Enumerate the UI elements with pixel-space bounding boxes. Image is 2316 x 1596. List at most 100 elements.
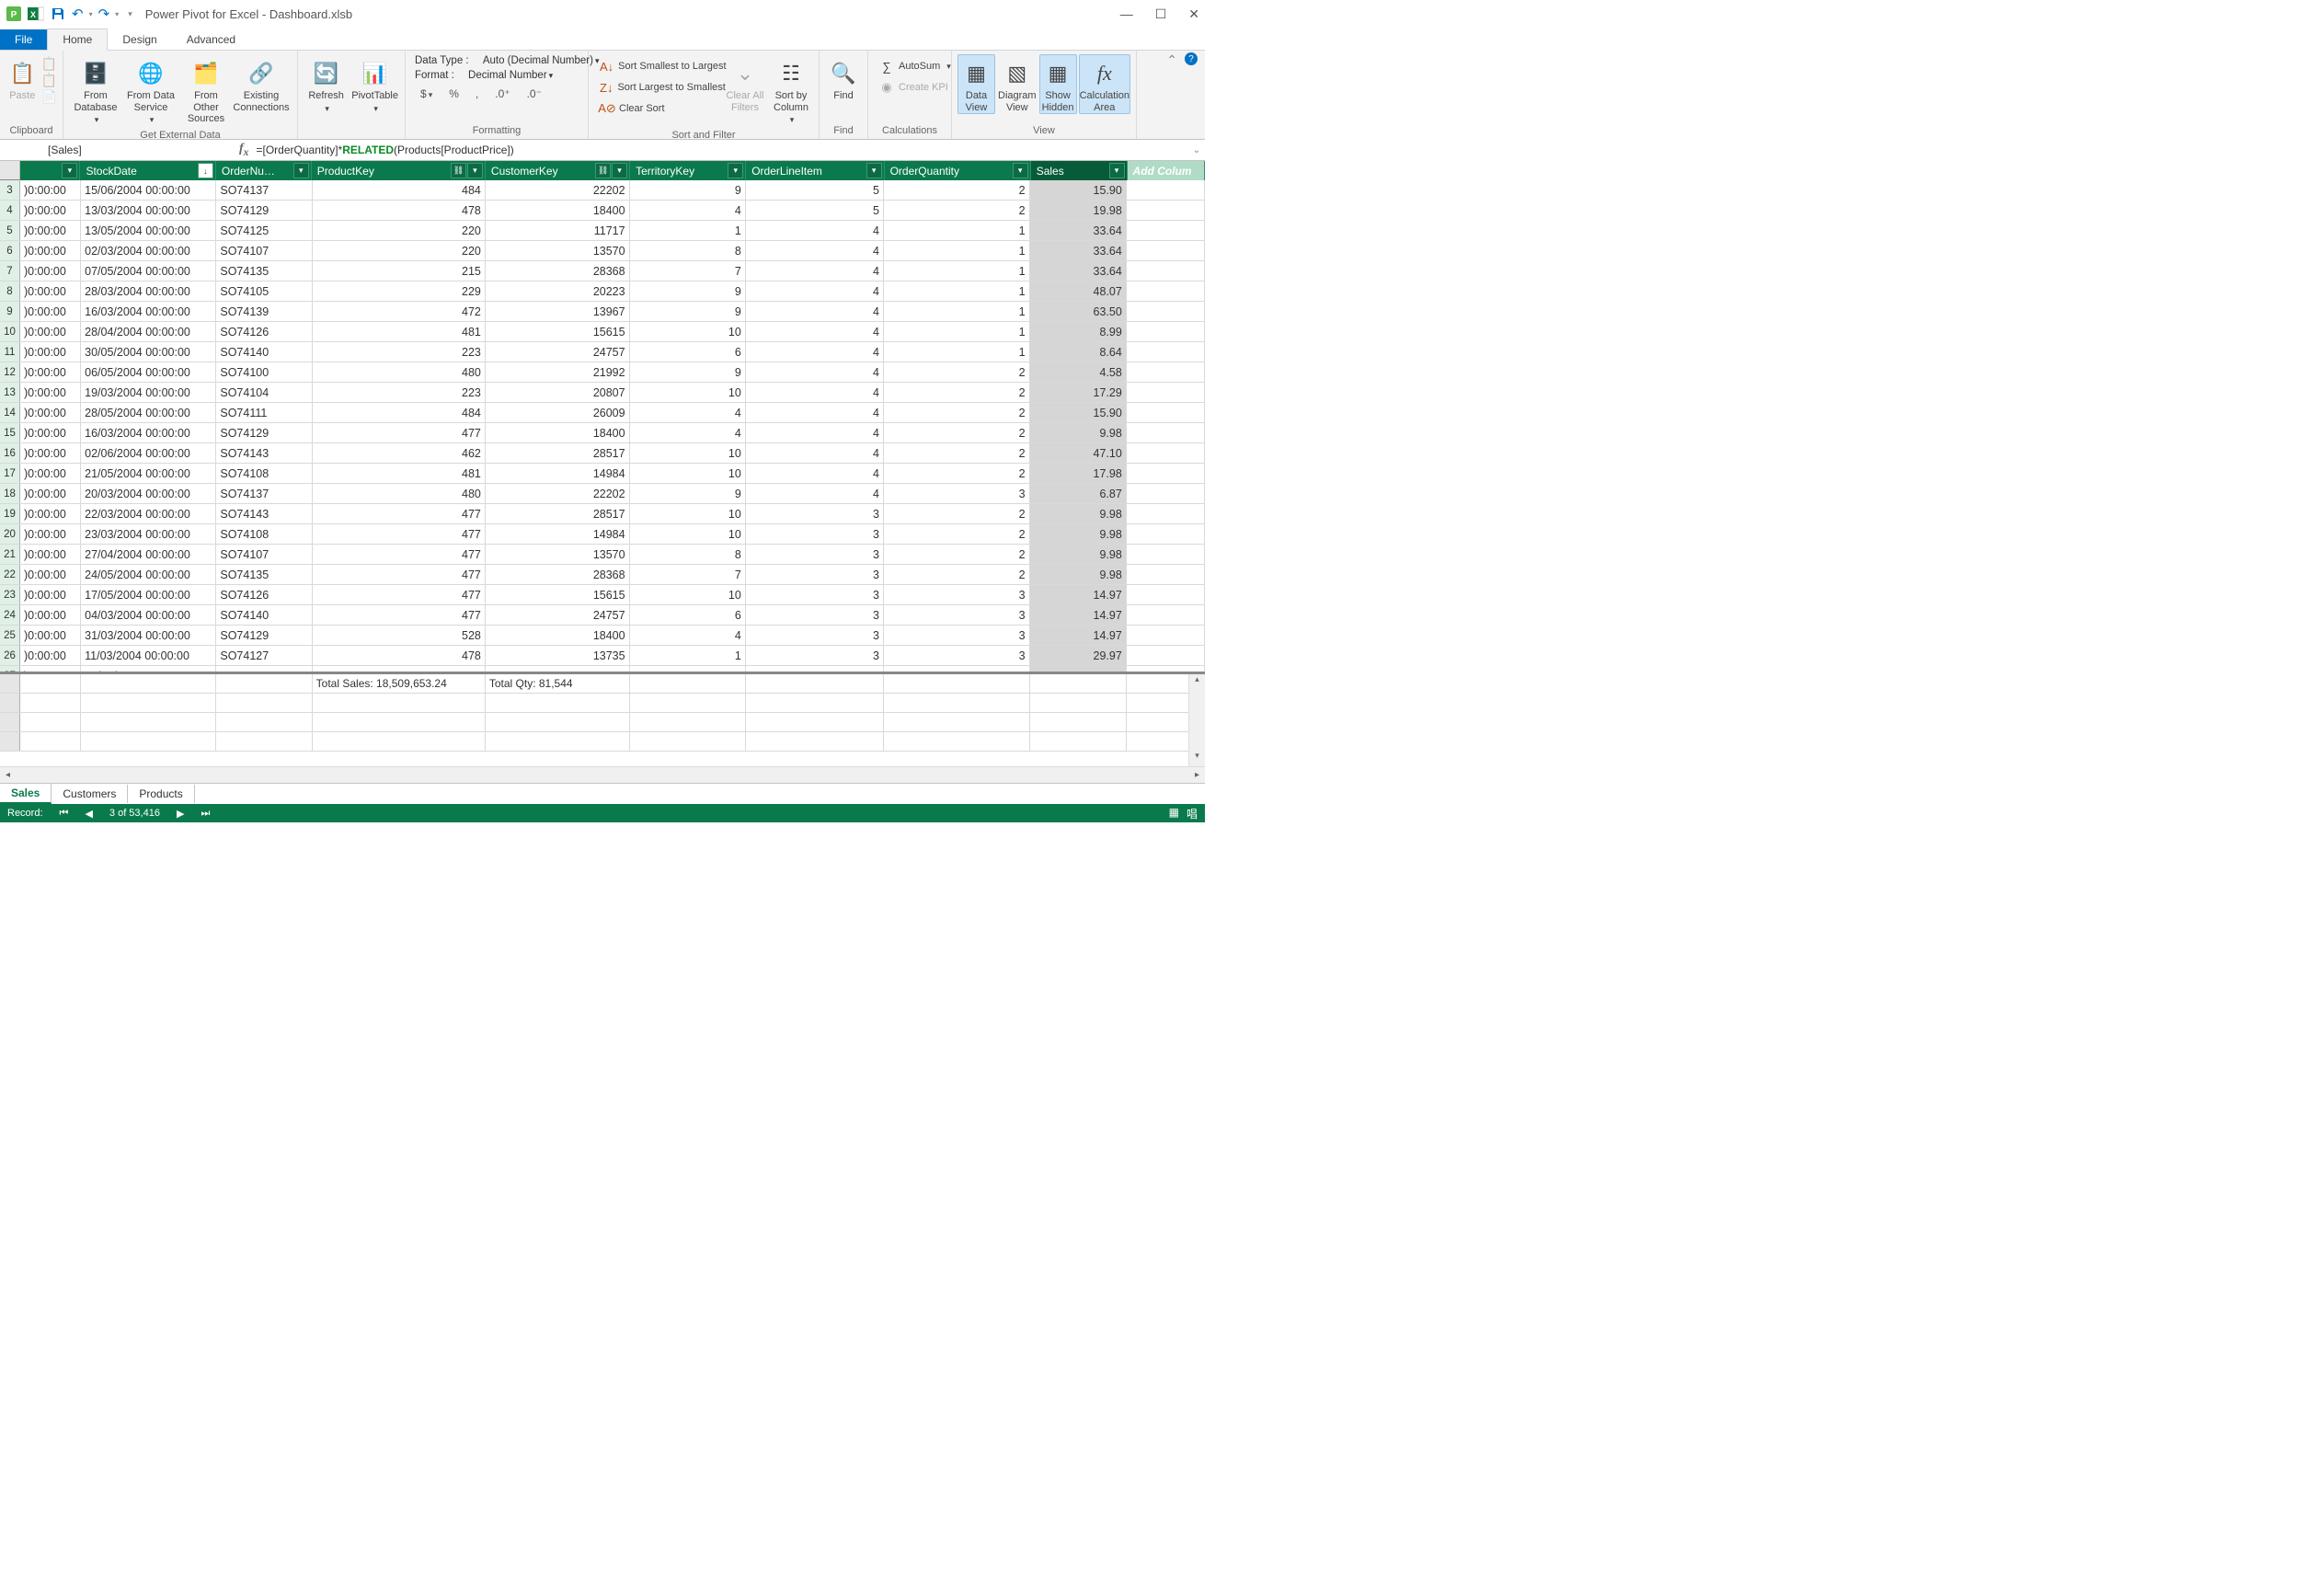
close-button[interactable]: ✕ bbox=[1188, 6, 1199, 22]
cell[interactable]: 4 bbox=[746, 423, 884, 442]
cell[interactable]: )0:00:00 bbox=[20, 605, 81, 625]
cell[interactable]: SO74143 bbox=[216, 504, 312, 523]
cell[interactable]: 6 bbox=[630, 605, 746, 625]
cell[interactable]: 24/05/2004 00:00:00 bbox=[81, 565, 216, 584]
nav-first-icon[interactable]: ⏮ bbox=[60, 808, 69, 820]
row-header[interactable]: 23 bbox=[0, 585, 20, 604]
paste-append-icon[interactable]: 📋 bbox=[41, 56, 57, 72]
row-header[interactable]: 25 bbox=[0, 626, 20, 645]
cell[interactable]: 3 bbox=[884, 666, 1030, 672]
cell[interactable]: 22202 bbox=[486, 484, 630, 503]
cell[interactable]: 16/03/2004 00:00:00 bbox=[81, 423, 216, 442]
col-orderlineitem[interactable]: OrderLineItem▾ bbox=[746, 161, 884, 180]
cell[interactable]: 2 bbox=[884, 565, 1030, 584]
cell[interactable]: 02/06/2004 00:00:00 bbox=[81, 443, 216, 463]
cell[interactable]: 7 bbox=[630, 565, 746, 584]
row-header[interactable]: 19 bbox=[0, 504, 20, 523]
cell[interactable]: )0:00:00 bbox=[20, 403, 81, 422]
cell[interactable]: 28368 bbox=[486, 565, 630, 584]
percent-button[interactable]: % bbox=[443, 85, 464, 103]
table-row[interactable]: 27)0:00:0012/03/2004 00:00:00SO741114802… bbox=[0, 666, 1205, 672]
row-header[interactable]: 6 bbox=[0, 241, 20, 260]
cell[interactable]: 21/05/2004 00:00:00 bbox=[81, 464, 216, 483]
cell[interactable]: 10 bbox=[630, 585, 746, 604]
cell[interactable]: 18400 bbox=[486, 626, 630, 645]
row-header[interactable]: 9 bbox=[0, 302, 20, 321]
table-row[interactable]: 11)0:00:0030/05/2004 00:00:00SO741402232… bbox=[0, 342, 1205, 362]
cell[interactable]: SO74140 bbox=[216, 342, 312, 362]
cell[interactable] bbox=[1127, 545, 1205, 564]
cell[interactable]: 04/03/2004 00:00:00 bbox=[81, 605, 216, 625]
cell[interactable]: SO74105 bbox=[216, 281, 312, 301]
format-dropdown[interactable]: Decimal Number▾ bbox=[468, 70, 553, 81]
scroll-right-icon[interactable]: ▸ bbox=[1189, 770, 1205, 780]
cell-sales[interactable]: 17.29 bbox=[1030, 383, 1127, 402]
table-row[interactable]: 15)0:00:0016/03/2004 00:00:00SO741294771… bbox=[0, 423, 1205, 443]
tab-advanced[interactable]: Advanced bbox=[172, 29, 250, 50]
cell[interactable]: )0:00:00 bbox=[20, 464, 81, 483]
cell-sales[interactable]: 14.97 bbox=[1030, 626, 1127, 645]
total-qty-measure[interactable]: Total Qty: 81,544 bbox=[486, 674, 630, 693]
cell-sales[interactable]: 33.64 bbox=[1030, 261, 1127, 281]
filter-dropdown-icon[interactable]: ▾ bbox=[1109, 163, 1125, 178]
cell[interactable]: SO74139 bbox=[216, 302, 312, 321]
cell[interactable] bbox=[1127, 261, 1205, 281]
cell[interactable]: 10 bbox=[630, 504, 746, 523]
cell[interactable]: )0:00:00 bbox=[20, 281, 81, 301]
table-row[interactable]: 16)0:00:0002/06/2004 00:00:00SO741434622… bbox=[0, 443, 1205, 464]
cell[interactable]: 1 bbox=[884, 221, 1030, 240]
existing-connections-button[interactable]: 🔗Existing Connections bbox=[235, 54, 288, 114]
cell[interactable]: 3 bbox=[746, 605, 884, 625]
cell[interactable]: 3 bbox=[884, 626, 1030, 645]
cell[interactable] bbox=[1127, 666, 1205, 672]
row-header[interactable]: 7 bbox=[0, 261, 20, 281]
relationship-icon[interactable]: ⛓ bbox=[451, 163, 466, 178]
cell[interactable]: 1 bbox=[884, 302, 1030, 321]
cell[interactable]: )0:00:00 bbox=[20, 423, 81, 442]
name-box[interactable]: [Sales] bbox=[0, 144, 232, 156]
cell[interactable]: )0:00:00 bbox=[20, 524, 81, 544]
cell[interactable] bbox=[1127, 524, 1205, 544]
filter-dropdown-icon[interactable]: ▾ bbox=[467, 163, 483, 178]
paste-button[interactable]: 📋 Paste bbox=[6, 54, 40, 103]
cell[interactable]: 4 bbox=[630, 403, 746, 422]
cell[interactable]: )0:00:00 bbox=[20, 626, 81, 645]
table-row[interactable]: 19)0:00:0022/03/2004 00:00:00SO741434772… bbox=[0, 504, 1205, 524]
table-row[interactable]: 26)0:00:0011/03/2004 00:00:00SO741274781… bbox=[0, 646, 1205, 666]
table-row[interactable]: 18)0:00:0020/03/2004 00:00:00SO741374802… bbox=[0, 484, 1205, 504]
filter-dropdown-icon[interactable]: ▾ bbox=[62, 163, 77, 178]
cell-sales[interactable]: 63.50 bbox=[1030, 302, 1127, 321]
row-header[interactable]: 10 bbox=[0, 322, 20, 341]
cell[interactable]: 462 bbox=[313, 443, 486, 463]
measure-row[interactable]: Total Sales: 18,509,653.24Total Qty: 81,… bbox=[0, 674, 1205, 694]
cell[interactable]: 2 bbox=[884, 545, 1030, 564]
cell[interactable]: 472 bbox=[313, 302, 486, 321]
copy-icon[interactable]: 📄 bbox=[41, 89, 57, 105]
select-all-corner[interactable] bbox=[0, 161, 20, 180]
cell[interactable]: 10 bbox=[630, 322, 746, 341]
cell[interactable]: 484 bbox=[313, 180, 486, 200]
cell[interactable]: 2 bbox=[884, 201, 1030, 220]
cell[interactable]: 3 bbox=[746, 646, 884, 665]
help-icon[interactable]: ? bbox=[1185, 52, 1198, 65]
col-productkey[interactable]: ProductKey▾⛓ bbox=[312, 161, 486, 180]
cell[interactable]: 07/05/2004 00:00:00 bbox=[81, 261, 216, 281]
cell[interactable]: 17/05/2004 00:00:00 bbox=[81, 585, 216, 604]
cell[interactable]: 220 bbox=[313, 221, 486, 240]
cell[interactable] bbox=[1127, 605, 1205, 625]
cell[interactable]: 4 bbox=[630, 423, 746, 442]
cell[interactable]: 1 bbox=[884, 322, 1030, 341]
cell[interactable]: 215 bbox=[313, 261, 486, 281]
table-row[interactable]: 23)0:00:0017/05/2004 00:00:00SO741264771… bbox=[0, 585, 1205, 605]
cell[interactable]: SO74129 bbox=[216, 423, 312, 442]
cell[interactable]: 15615 bbox=[486, 585, 630, 604]
cell-sales[interactable]: 29.97 bbox=[1030, 646, 1127, 665]
cell[interactable]: 21992 bbox=[486, 362, 630, 382]
cell[interactable]: 26009 bbox=[486, 666, 630, 672]
comma-button[interactable]: , bbox=[470, 85, 484, 103]
cell[interactable] bbox=[1127, 322, 1205, 341]
cell[interactable]: 8 bbox=[630, 545, 746, 564]
cell[interactable]: 9 bbox=[630, 484, 746, 503]
cell[interactable]: 4 bbox=[746, 362, 884, 382]
table-row[interactable]: 5)0:00:0013/05/2004 00:00:00SO7412522011… bbox=[0, 221, 1205, 241]
